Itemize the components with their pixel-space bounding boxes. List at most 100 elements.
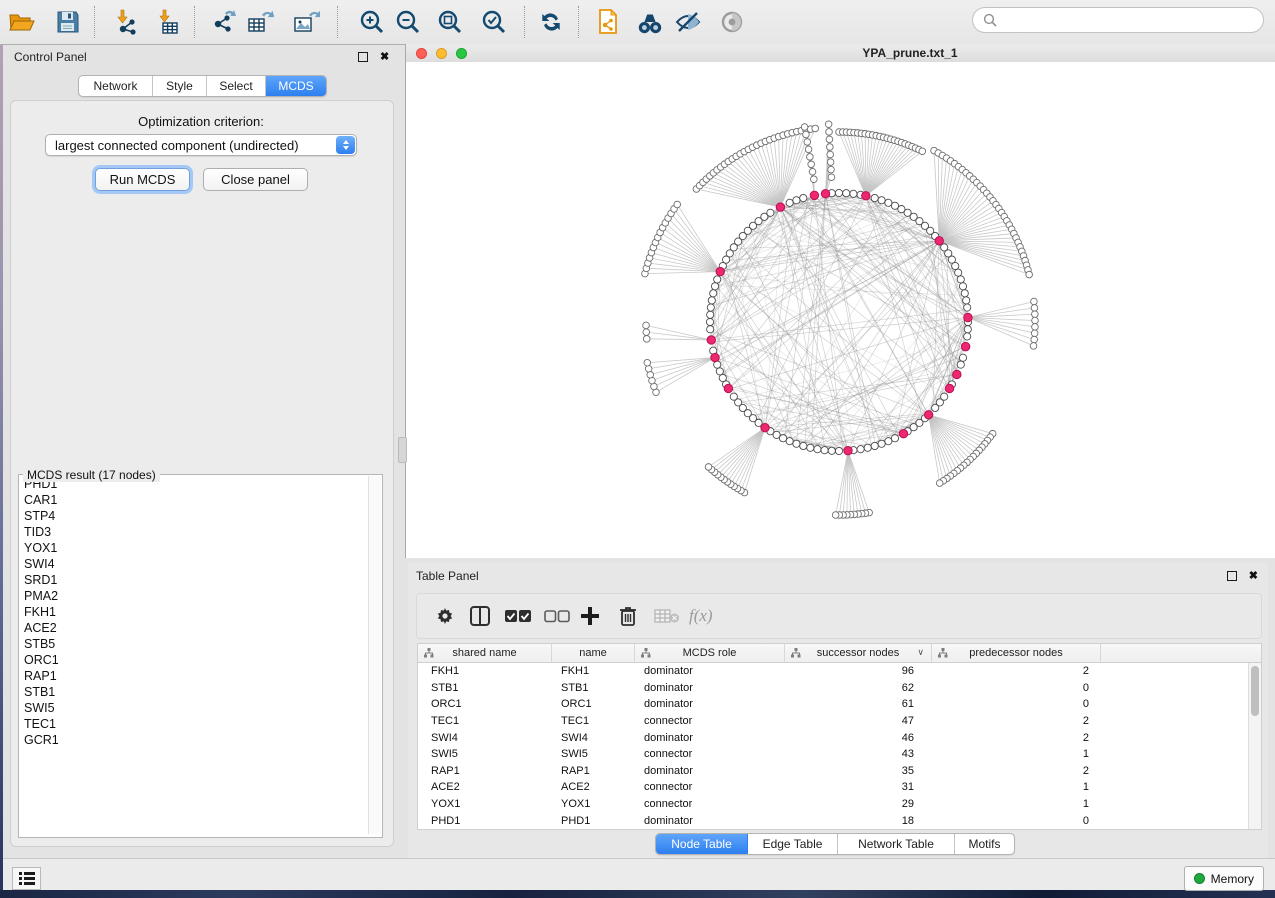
network-node[interactable] [705, 464, 712, 471]
network-node[interactable] [644, 359, 651, 366]
network-node[interactable] [643, 336, 650, 343]
mcds-network-node[interactable] [707, 336, 715, 344]
table-scrollbar[interactable] [1248, 663, 1261, 829]
network-node[interactable] [835, 189, 842, 196]
network-node[interactable] [1032, 311, 1039, 318]
table-row[interactable]: FKH1FKH1dominator962 [418, 663, 1261, 680]
mcds-list-scrollbar[interactable] [368, 476, 381, 834]
network-node[interactable] [952, 262, 959, 269]
network-node[interactable] [807, 154, 814, 161]
network-node[interactable] [961, 290, 968, 297]
column-header-name[interactable]: name [552, 644, 635, 662]
network-node[interactable] [707, 326, 714, 333]
network-node[interactable] [826, 129, 833, 136]
network-node[interactable] [707, 311, 714, 318]
hide-selected-icon[interactable] [674, 8, 702, 36]
network-node[interactable] [843, 190, 850, 197]
list-item[interactable]: RAP1 [20, 668, 369, 684]
table-row[interactable]: RAP1RAP1dominator352 [418, 763, 1261, 780]
search-field[interactable] [972, 7, 1264, 33]
mcds-network-node[interactable] [935, 237, 943, 245]
network-node[interactable] [719, 374, 726, 381]
network-node[interactable] [793, 197, 800, 204]
network-window-titlebar[interactable]: YPA_prune.txt_1 [406, 44, 1275, 63]
network-node[interactable] [809, 168, 816, 175]
mcds-network-node[interactable] [711, 353, 719, 361]
list-item[interactable]: TID3 [20, 524, 369, 540]
table-row[interactable]: PHD1PHD1dominator180 [418, 812, 1261, 829]
search-input[interactable] [1003, 12, 1263, 28]
list-item[interactable]: ACE2 [20, 620, 369, 636]
network-node[interactable] [957, 276, 964, 283]
network-node[interactable] [811, 176, 818, 183]
first-neighbors-icon[interactable] [636, 8, 664, 36]
export-image-icon[interactable] [292, 8, 320, 36]
zoom-selected-icon[interactable] [480, 8, 508, 36]
network-node[interactable] [919, 148, 926, 155]
network-node[interactable] [767, 209, 774, 216]
mcds-network-node[interactable] [810, 191, 818, 199]
network-node[interactable] [885, 199, 892, 206]
network-node[interactable] [643, 329, 650, 336]
list-item[interactable]: SRD1 [20, 572, 369, 588]
network-node[interactable] [827, 159, 834, 166]
tab-mcds[interactable]: MCDS [266, 76, 326, 96]
list-item[interactable]: TEC1 [20, 716, 369, 732]
table-row[interactable]: ACE2ACE2connector311 [418, 779, 1261, 796]
mcds-network-node[interactable] [899, 430, 907, 438]
network-node[interactable] [1026, 271, 1033, 278]
network-node[interactable] [827, 151, 834, 158]
network-node[interactable] [708, 297, 715, 304]
network-node[interactable] [932, 404, 939, 411]
list-item[interactable]: YOX1 [20, 540, 369, 556]
show-all-icon[interactable] [718, 8, 746, 36]
run-mcds-button[interactable]: Run MCDS [95, 168, 190, 191]
zoom-out-icon[interactable] [394, 8, 422, 36]
list-item[interactable]: ORC1 [20, 652, 369, 668]
network-node[interactable] [964, 326, 971, 333]
tab-network[interactable]: Network [79, 76, 153, 96]
list-item[interactable]: STB5 [20, 636, 369, 652]
network-node[interactable] [850, 190, 857, 197]
network-node[interactable] [716, 368, 723, 375]
network-node[interactable] [963, 297, 970, 304]
tab-motifs[interactable]: Motifs [955, 834, 1014, 854]
network-node[interactable] [878, 197, 885, 204]
network-node[interactable] [1031, 305, 1038, 312]
network-node[interactable] [805, 146, 812, 153]
network-node[interactable] [1030, 343, 1037, 350]
table-row[interactable]: ORC1ORC1dominator610 [418, 696, 1261, 713]
network-node[interactable] [955, 269, 962, 276]
float-panel-icon[interactable] [358, 52, 368, 62]
close-panel-button[interactable]: Close panel [203, 168, 308, 191]
network-node[interactable] [711, 283, 718, 290]
table-options-icon[interactable] [435, 602, 455, 630]
network-node[interactable] [957, 361, 964, 368]
network-node[interactable] [964, 304, 971, 311]
network-node[interactable] [808, 161, 815, 168]
tab-select[interactable]: Select [207, 76, 266, 96]
mcds-network-node[interactable] [821, 190, 829, 198]
network-node[interactable] [835, 447, 842, 454]
mcds-network-node[interactable] [844, 446, 852, 454]
column-header-shared-name[interactable]: shared name [418, 644, 552, 662]
mcds-network-node[interactable] [945, 384, 953, 392]
network-node[interactable] [832, 512, 839, 519]
network-node[interactable] [1031, 298, 1038, 305]
close-panel-icon[interactable]: ✖ [1249, 571, 1258, 581]
float-panel-icon[interactable] [1227, 571, 1237, 581]
save-session-icon[interactable] [54, 8, 82, 36]
network-node[interactable] [828, 174, 835, 181]
table-row[interactable]: SWI5SWI5connector431 [418, 746, 1261, 763]
clone-network-icon[interactable] [594, 8, 622, 36]
close-panel-icon[interactable]: ✖ [380, 52, 389, 62]
scrollbar-thumb[interactable] [1251, 666, 1259, 716]
network-node[interactable] [1032, 317, 1039, 324]
list-item[interactable]: PMA2 [20, 588, 369, 604]
import-network-icon[interactable] [112, 8, 140, 36]
network-node[interactable] [801, 124, 808, 131]
network-node[interactable] [706, 318, 713, 325]
network-node[interactable] [707, 304, 714, 311]
network-node[interactable] [803, 131, 810, 138]
network-node[interactable] [857, 446, 864, 453]
